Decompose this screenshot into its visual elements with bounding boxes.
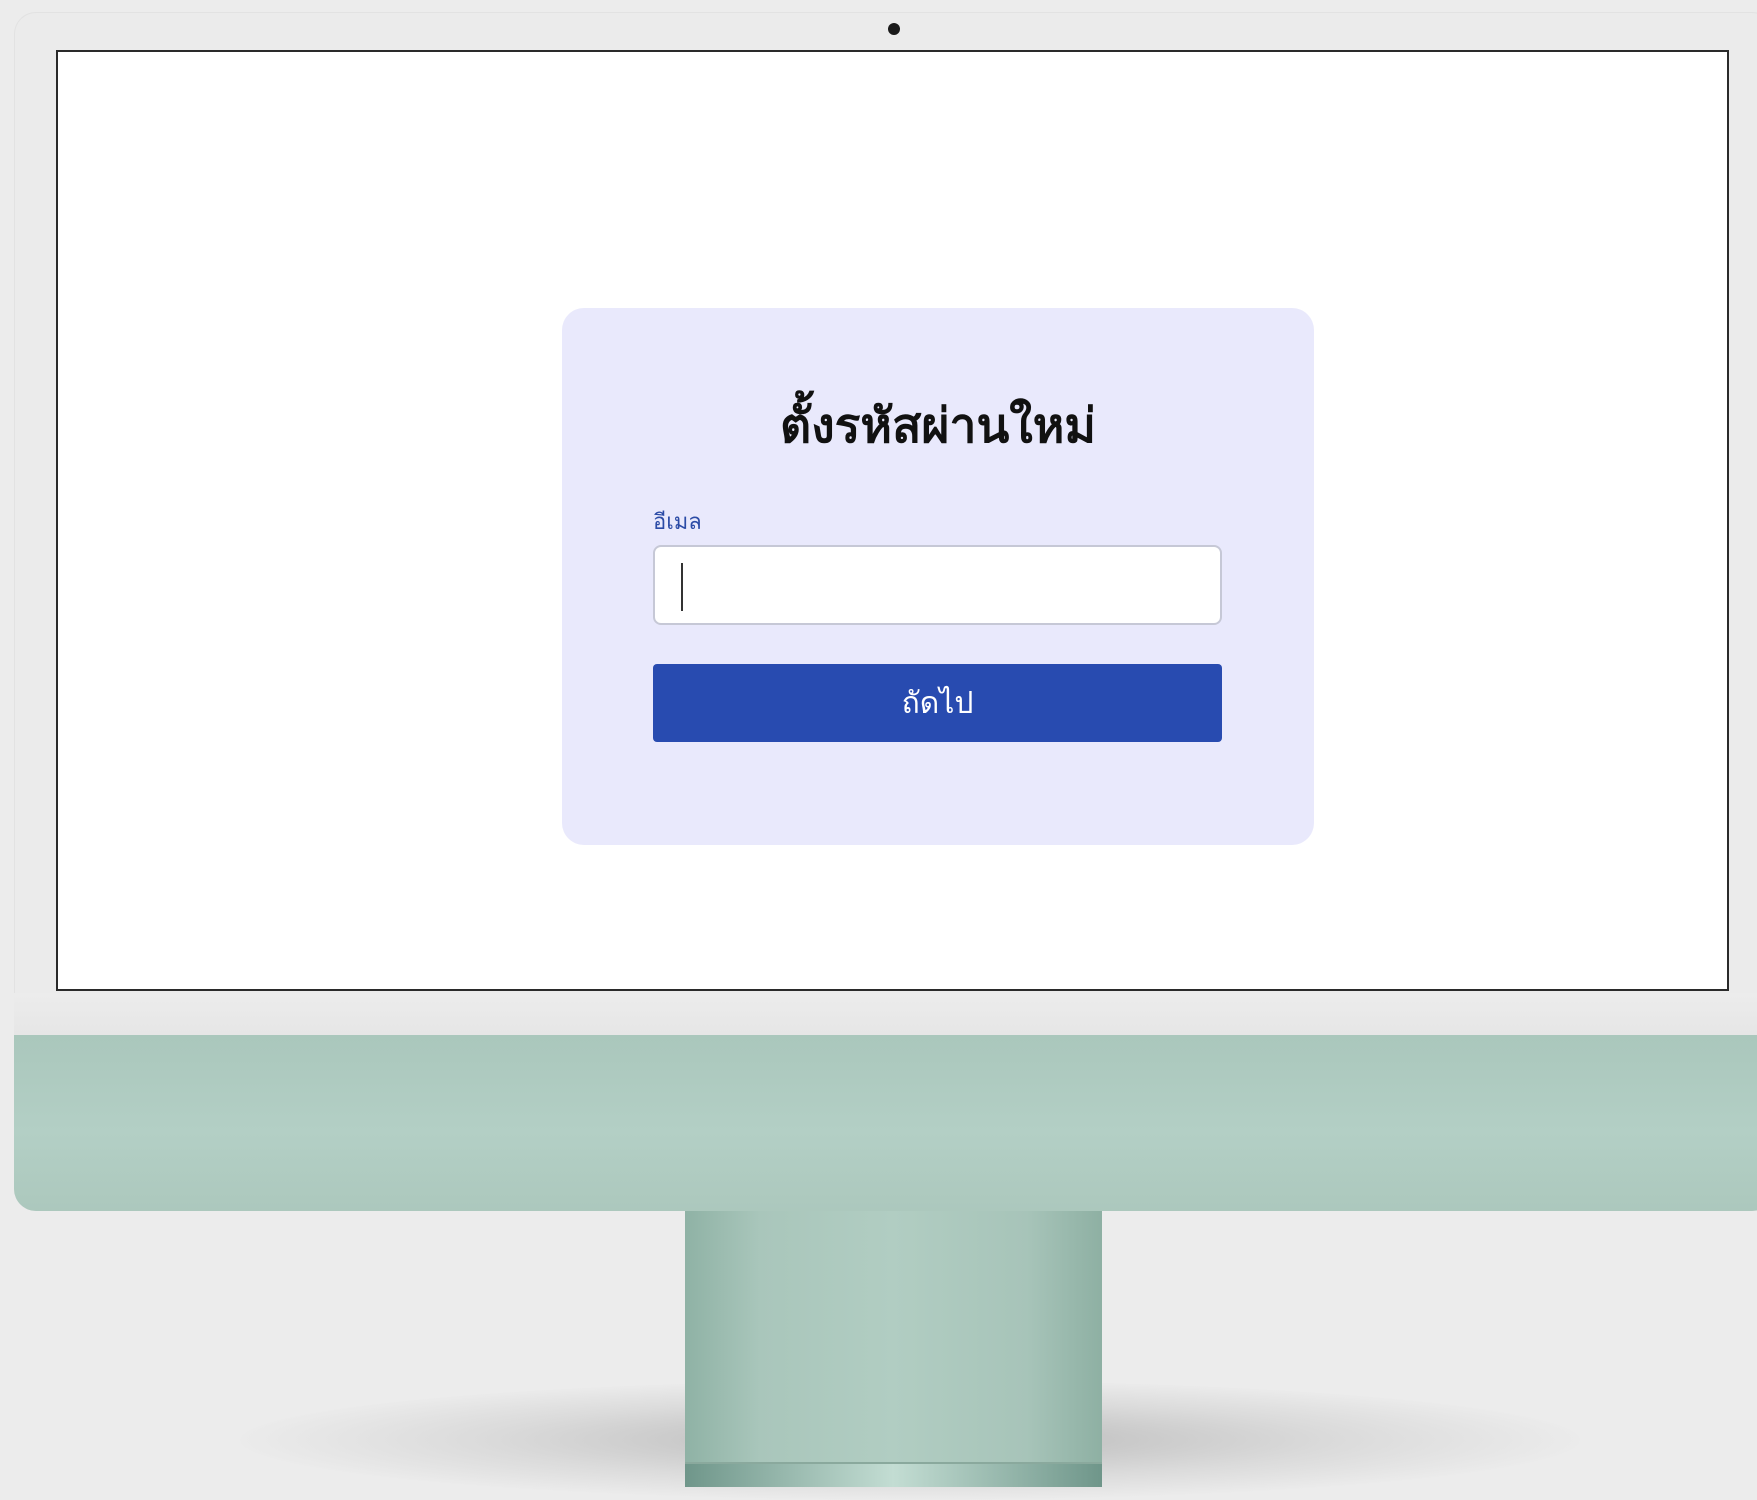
screen: ตั้งรหัสผ่านใหม่ อีเมล ถัดไป	[56, 50, 1729, 991]
next-button[interactable]: ถัดไป	[653, 664, 1222, 742]
monitor-stand-foot	[685, 1462, 1102, 1487]
text-caret	[681, 563, 683, 611]
monitor-bezel-bottom	[14, 993, 1757, 1035]
email-field[interactable]	[653, 545, 1222, 625]
camera-icon	[888, 23, 900, 35]
page-title: ตั้งรหัสผ่านใหม่	[780, 398, 1096, 454]
monitor-chin	[14, 1035, 1757, 1211]
reset-password-card: ตั้งรหัสผ่านใหม่ อีเมล ถัดไป	[562, 308, 1314, 845]
monitor-stand	[685, 1211, 1102, 1485]
email-label: อีเมล	[653, 510, 702, 535]
